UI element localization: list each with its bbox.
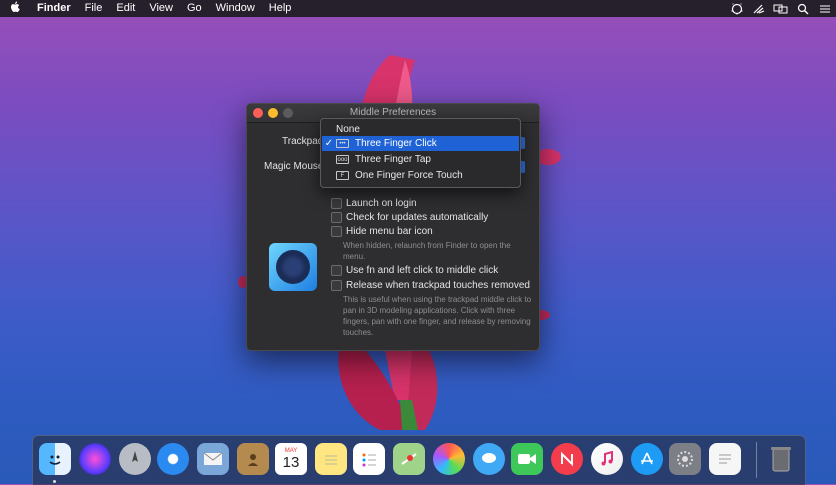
trackpad-dropdown-menu: None ✓ ••• Three Finger Click ooo Three …	[320, 118, 521, 188]
three-dots-icon: •••	[336, 139, 349, 148]
apple-menu-icon[interactable]	[0, 1, 30, 16]
dock-separator	[756, 442, 757, 478]
dropdown-item-label: Three Finger Click	[355, 138, 437, 149]
window-title: Middle Preferences	[349, 107, 437, 118]
three-circles-icon: ooo	[336, 155, 349, 164]
messages-icon[interactable]	[473, 443, 505, 475]
launchpad-icon[interactable]	[119, 443, 151, 475]
finder-running-indicator	[53, 480, 56, 483]
hide-menu-bar-icon-label: Hide menu bar icon	[346, 226, 433, 237]
app-logo-icon	[269, 243, 317, 291]
trackpad-label: Trackpad	[282, 136, 324, 147]
launch-on-login-checkbox[interactable]	[331, 198, 342, 209]
checkmark-icon: ✓	[324, 138, 334, 149]
dropdown-item-force-touch[interactable]: F One Finger Force Touch	[322, 168, 519, 183]
menu-list-icon[interactable]	[814, 0, 836, 17]
release-trackpad-option[interactable]: Release when trackpad touches removed	[331, 280, 530, 291]
display-mirror-icon[interactable]	[770, 0, 792, 17]
release-trackpad-checkbox[interactable]	[331, 280, 342, 291]
release-trackpad-note: This is useful when using the trackpad m…	[343, 295, 532, 337]
finder-icon[interactable]	[39, 443, 71, 475]
system-preferences-icon[interactable]	[669, 443, 701, 475]
maps-icon[interactable]	[393, 443, 425, 475]
check-updates-label: Check for updates automatically	[346, 212, 489, 223]
dropdown-item-three-finger-tap[interactable]: ooo Three Finger Tap	[322, 152, 519, 167]
fn-left-click-label: Use fn and left click to middle click	[346, 265, 499, 276]
menu-help[interactable]: Help	[262, 0, 299, 17]
check-updates-checkbox[interactable]	[331, 212, 342, 223]
check-updates-option[interactable]: Check for updates automatically	[331, 212, 488, 223]
search-icon[interactable]	[792, 0, 814, 17]
calendar-icon[interactable]: MAY 13	[275, 443, 307, 475]
news-icon[interactable]	[551, 443, 583, 475]
magic-mouse-label: Magic Mouse	[264, 161, 324, 172]
trash-icon[interactable]	[765, 443, 797, 475]
dropdown-item-three-finger-click[interactable]: ✓ ••• Three Finger Click	[322, 136, 519, 151]
hide-menu-bar-icon-checkbox[interactable]	[331, 226, 342, 237]
textedit-icon[interactable]	[709, 443, 741, 475]
menu-bar: Finder File Edit View Go Window Help	[0, 0, 836, 17]
itunes-icon[interactable]	[591, 443, 623, 475]
menu-edit[interactable]: Edit	[109, 0, 142, 17]
launch-on-login-label: Launch on login	[346, 198, 417, 209]
dropdown-item-label: Three Finger Tap	[355, 154, 431, 165]
menu-file[interactable]: File	[78, 0, 110, 17]
menu-go[interactable]: Go	[180, 0, 209, 17]
app-store-icon[interactable]	[631, 443, 663, 475]
dropdown-item-label: One Finger Force Touch	[355, 170, 463, 181]
reminders-icon[interactable]	[353, 443, 385, 475]
menu-view[interactable]: View	[142, 0, 180, 17]
hide-menu-bar-icon-option[interactable]: Hide menu bar icon	[331, 226, 433, 237]
dropdown-item-none[interactable]: None	[322, 122, 519, 137]
menu-window[interactable]: Window	[209, 0, 262, 17]
calendar-day: 13	[282, 454, 300, 471]
fn-left-click-option[interactable]: Use fn and left click to middle click	[331, 265, 498, 276]
hide-menu-note: When hidden, relaunch from Finder to ope…	[343, 241, 511, 261]
f-icon: F	[336, 171, 349, 180]
middle-app-icon[interactable]	[726, 0, 748, 17]
notes-icon[interactable]	[315, 443, 347, 475]
facetime-icon[interactable]	[511, 443, 543, 475]
dock: MAY 13	[32, 435, 806, 485]
release-trackpad-label: Release when trackpad touches removed	[346, 280, 530, 291]
siri-icon[interactable]	[79, 443, 111, 475]
menu-app-name[interactable]: Finder	[30, 0, 78, 17]
dropdown-item-label: None	[336, 124, 360, 135]
wifi-like-icon[interactable]	[748, 0, 770, 17]
fn-left-click-checkbox[interactable]	[331, 265, 342, 276]
photos-icon[interactable]	[433, 443, 465, 475]
mail-icon[interactable]	[197, 443, 229, 475]
launch-on-login-option[interactable]: Launch on login	[331, 198, 417, 209]
contacts-icon[interactable]	[237, 443, 269, 475]
safari-icon[interactable]	[157, 443, 189, 475]
